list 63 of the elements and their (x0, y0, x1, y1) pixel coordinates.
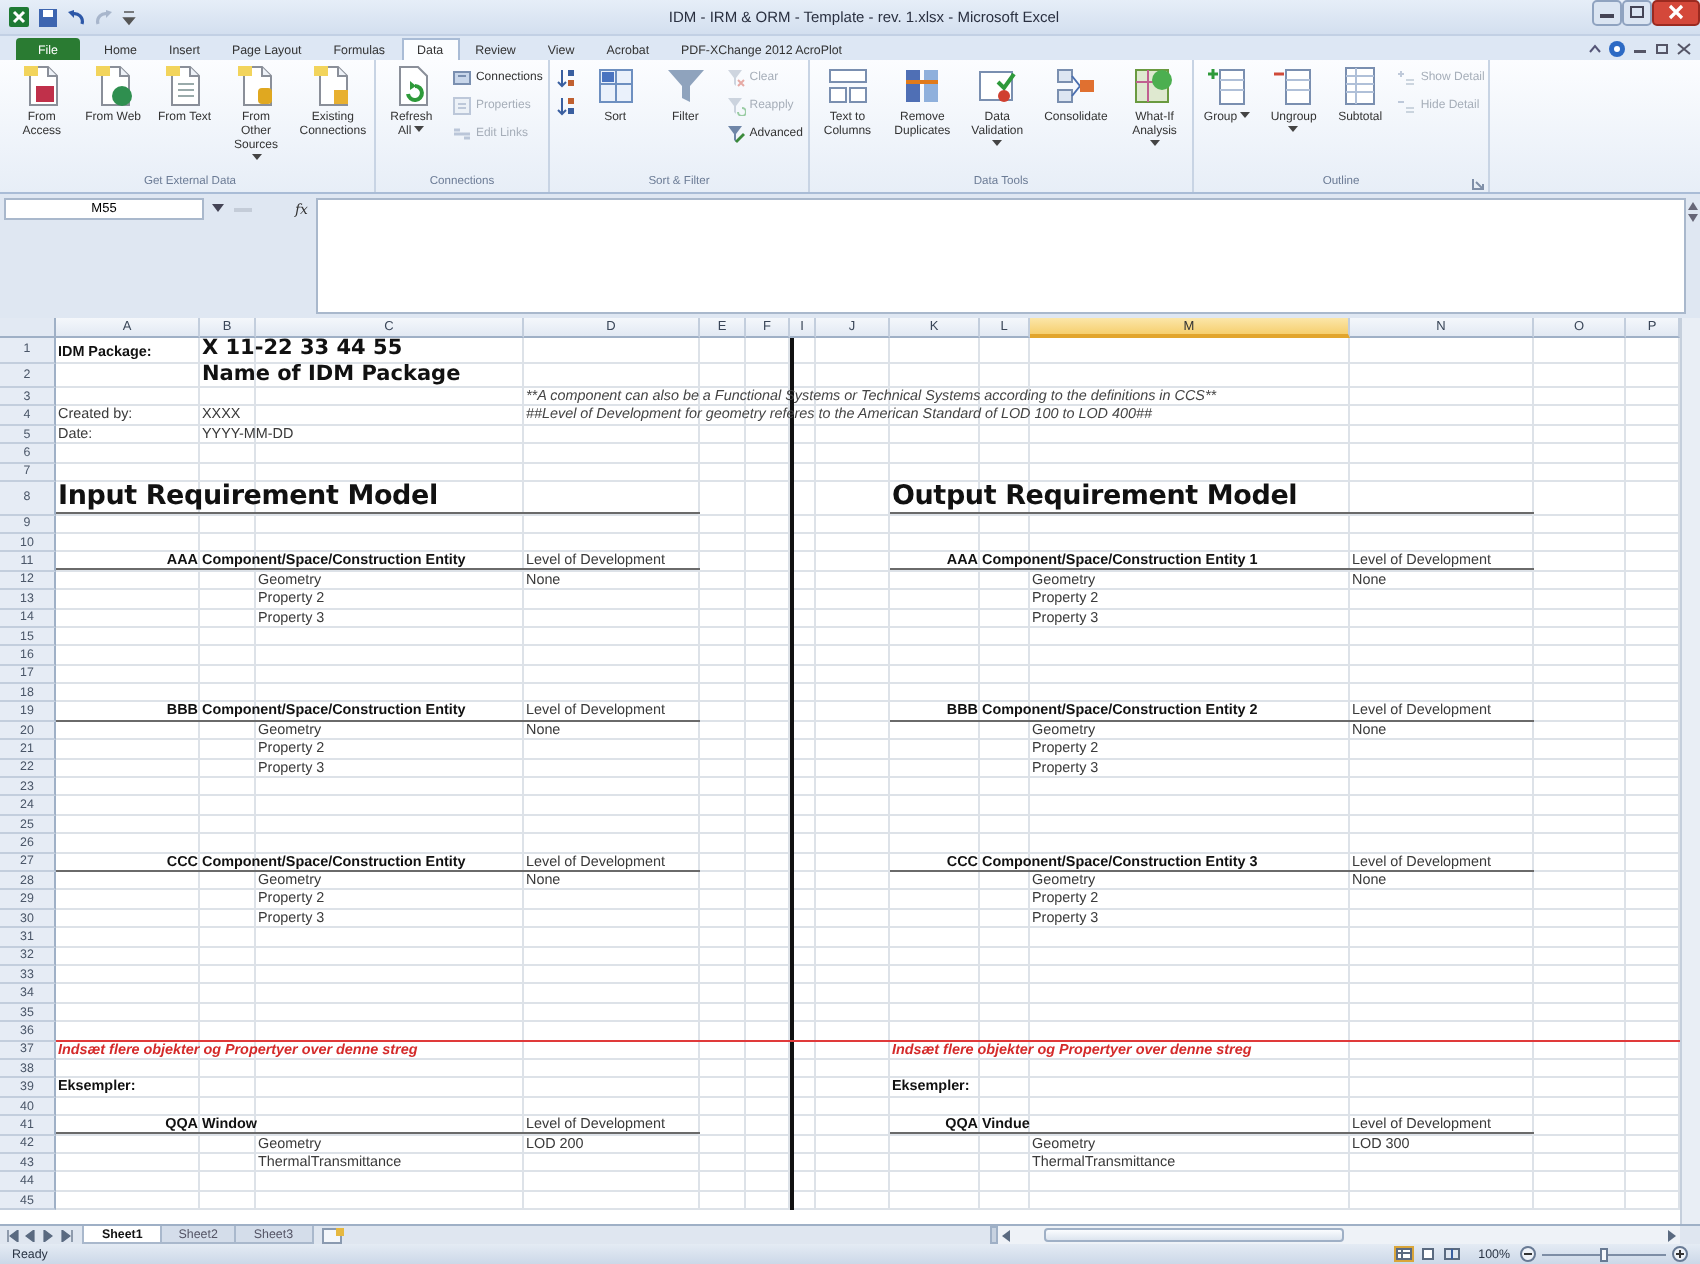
ribbon-button[interactable] (555, 66, 576, 88)
undo-icon[interactable] (66, 7, 86, 27)
dropdown-arrow-icon[interactable] (212, 204, 224, 214)
connections-icon (451, 67, 472, 87)
section-title: Input Requirement Model (56, 482, 440, 513)
dropdown-arrow-icon (992, 140, 1003, 148)
dropdown-arrow-icon (414, 126, 425, 134)
split-handle[interactable] (989, 1226, 998, 1244)
formula-input[interactable] (316, 198, 1686, 314)
package-title: Name of IDM Package (200, 363, 463, 386)
save-icon[interactable] (38, 7, 58, 27)
dropdown-arrow-icon (251, 154, 262, 162)
scroll-up-icon[interactable] (1688, 202, 1698, 210)
restore-icon[interactable] (1654, 41, 1670, 55)
help-icon[interactable] (1608, 39, 1626, 57)
page-break-icon (1444, 1248, 1461, 1260)
customize-icon[interactable] (122, 9, 136, 25)
zoom-out-icon[interactable] (1520, 1246, 1536, 1262)
normal-view-icon (1396, 1248, 1413, 1260)
zoom-in-icon[interactable] (1672, 1246, 1688, 1262)
first-sheet-icon[interactable] (6, 1229, 20, 1241)
collapse-ribbon-icon[interactable] (1588, 41, 1602, 55)
dropdown-arrow-icon (1240, 112, 1251, 120)
horizontal-scrollbar[interactable] (997, 1226, 1680, 1244)
view-button[interactable] (1394, 1246, 1415, 1262)
ribbon-button[interactable] (555, 94, 576, 116)
scroll-left-icon[interactable] (1001, 1229, 1010, 1241)
sort-icon (593, 64, 638, 108)
vertical-scrollbar[interactable] (1680, 318, 1700, 1224)
close-icon[interactable] (1652, 0, 1700, 26)
link-icon (451, 123, 472, 143)
dialog-launcher-icon[interactable] (1472, 178, 1484, 190)
dropdown-arrow-icon (1288, 126, 1299, 134)
reapply-icon (725, 95, 746, 115)
maximize-icon[interactable] (1622, 0, 1652, 26)
hide-detail-icon (1396, 95, 1417, 115)
columns-icon (825, 64, 870, 108)
slider-thumb[interactable] (1600, 1247, 1608, 1261)
analysis-icon (1132, 64, 1177, 108)
minimize-icon[interactable] (1592, 0, 1622, 26)
view-button[interactable] (1442, 1246, 1463, 1262)
show-detail-icon (1396, 67, 1417, 87)
properties-icon (451, 95, 472, 115)
section-title: Output Requirement Model (890, 482, 1300, 513)
app-icon (8, 6, 30, 28)
sort-descending-icon (555, 95, 576, 115)
close-icon[interactable] (1676, 41, 1692, 55)
scroll-down-icon[interactable] (1688, 214, 1698, 222)
access-database-icon (19, 64, 64, 108)
merge-icon (1053, 64, 1098, 108)
advanced-filter-icon (725, 123, 746, 143)
web-page-icon (91, 64, 136, 108)
sort-ascending-icon (555, 67, 576, 87)
page-layout-icon (1420, 1248, 1437, 1260)
clear-filter-icon (725, 67, 746, 87)
insert-sheet-icon[interactable] (321, 1227, 346, 1243)
scroll-right-icon[interactable] (1668, 1229, 1676, 1241)
view-button[interactable] (1418, 1246, 1439, 1262)
zoom-slider[interactable] (1542, 1247, 1666, 1261)
filter-icon (663, 64, 708, 108)
dropdown-arrow-icon (1149, 140, 1160, 148)
package-title: X 11-22 33 44 55 (200, 338, 405, 361)
last-sheet-icon[interactable] (60, 1229, 74, 1241)
